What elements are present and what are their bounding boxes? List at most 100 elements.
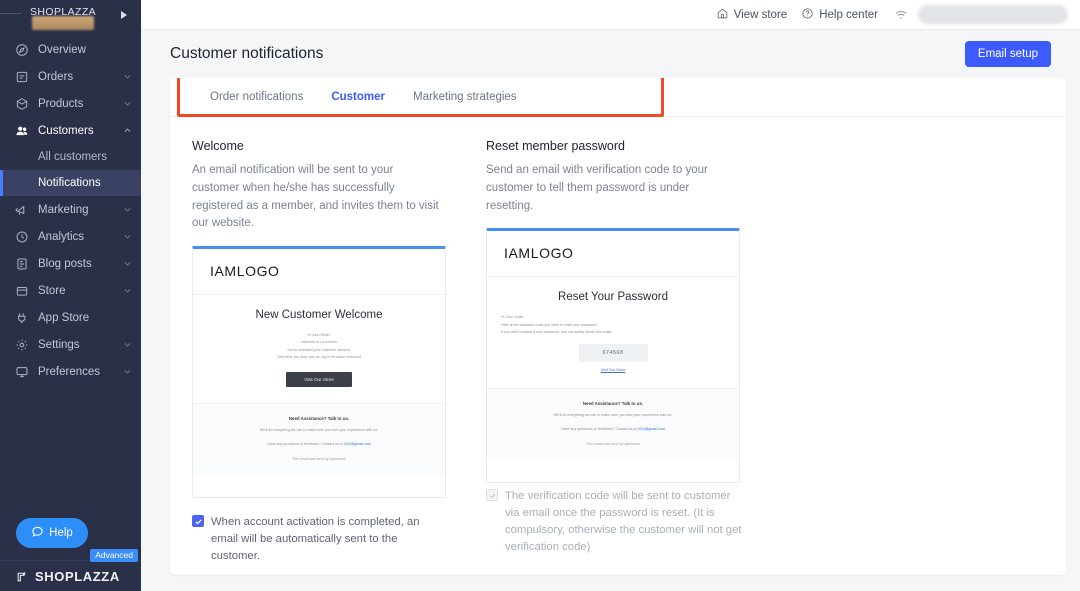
section-description: Send an email with verification code to … bbox=[486, 164, 708, 212]
sidebar-item-store[interactable]: Store bbox=[0, 277, 141, 304]
sidebar-item-preferences[interactable]: Preferences bbox=[0, 358, 141, 385]
chevron-down-icon bbox=[121, 258, 133, 270]
preview-footer-heading: Need Assistance? Talk to us. bbox=[582, 401, 644, 406]
megaphone-icon bbox=[14, 202, 29, 217]
preview-footer-signature: This email was sent by loginname bbox=[586, 442, 640, 447]
chat-bubble-icon bbox=[31, 525, 44, 541]
preview-tail bbox=[193, 475, 445, 498]
sidebar-subitem-label: All customers bbox=[38, 151, 108, 163]
page-title: Customer notifications bbox=[170, 45, 324, 62]
topbar: View store Help center bbox=[141, 0, 1080, 30]
account-menu-redacted[interactable] bbox=[918, 5, 1068, 24]
sidebar-item-customers[interactable]: Customers bbox=[0, 117, 141, 144]
store-name-redacted bbox=[32, 16, 94, 30]
section-title: Reset member password bbox=[486, 139, 625, 153]
email-preview-welcome[interactable]: IAMLOGO New Customer Welcome Hi John Smi… bbox=[192, 246, 446, 499]
sidebar-item-label: Store bbox=[38, 284, 66, 297]
compass-icon bbox=[14, 42, 29, 57]
tab-marketing-strategies[interactable]: Marketing strategies bbox=[399, 78, 531, 116]
tab-customer[interactable]: Customer bbox=[317, 78, 399, 116]
sidebar-subitem-label: Notifications bbox=[38, 177, 101, 189]
chevron-down-icon bbox=[121, 204, 133, 216]
preview-line-3: You've activated your customer account. bbox=[286, 347, 352, 352]
chevron-down-icon bbox=[121, 98, 133, 110]
email-setup-button[interactable]: Email setup bbox=[964, 41, 1051, 67]
sidebar-footer: SHOPLAZZA Advanced bbox=[0, 549, 141, 591]
preview-footer-line-1: We'll do everything we can to make sure … bbox=[553, 413, 673, 417]
chevron-right-icon[interactable] bbox=[121, 11, 127, 19]
help-center-label: Help center bbox=[819, 8, 878, 21]
preview-heading: New Customer Welcome bbox=[255, 309, 383, 322]
tab-bar: Order notifications Customer Marketing s… bbox=[170, 78, 1066, 117]
sidebar-item-label: Customers bbox=[38, 124, 94, 137]
reset-password-checkbox-row: The verification code will be sent to cu… bbox=[486, 488, 742, 556]
preview-line-4: Next time you drop with us, log in for f… bbox=[277, 354, 361, 359]
view-store-label: View store bbox=[733, 8, 788, 21]
sidebar-item-products[interactable]: Products bbox=[0, 90, 141, 117]
preview-line-1: Hi John Smith, bbox=[307, 333, 331, 338]
monitor-icon bbox=[14, 364, 29, 379]
preview-visit-store-link: Visit Our Store bbox=[600, 368, 626, 372]
preview-logo: IAMLOGO bbox=[193, 249, 445, 296]
preview-line-1: Hi John Smith, bbox=[501, 315, 525, 320]
preview-body: New Customer Welcome Hi John Smith, welc… bbox=[193, 295, 445, 403]
preview-tail bbox=[487, 460, 739, 483]
sidebar-brand[interactable]: SHOPLAZZA bbox=[0, 0, 141, 30]
chevron-down-icon bbox=[121, 339, 133, 351]
chevron-down-icon bbox=[121, 71, 133, 83]
gear-icon bbox=[14, 337, 29, 352]
preview-footer-line-2-text: Have any questions or feedback? Contact … bbox=[561, 426, 638, 431]
sidebar-item-label: Analytics bbox=[38, 230, 85, 243]
sidebar: SHOPLAZZA Overview Orders Products Custo… bbox=[0, 0, 141, 591]
preview-footer-heading: Need Assistance? Talk to us. bbox=[288, 416, 350, 421]
clock-icon bbox=[14, 229, 29, 244]
chevron-up-icon bbox=[121, 125, 133, 137]
content-card: Order notifications Customer Marketing s… bbox=[170, 78, 1066, 575]
sidebar-item-label: App Store bbox=[38, 311, 90, 324]
sidebar-item-marketing[interactable]: Marketing bbox=[0, 196, 141, 223]
sidebar-item-overview[interactable]: Overview bbox=[0, 36, 141, 63]
preview-footer: Need Assistance? Talk to us. We'll do ev… bbox=[487, 388, 739, 461]
checkbox-reset-password-label: The verification code will be sent to cu… bbox=[505, 490, 742, 553]
sidebar-footer-logo: SHOPLAZZA bbox=[35, 568, 120, 584]
sidebar-item-label: Products bbox=[38, 97, 84, 110]
preview-footer-email: XXX@gmail.com bbox=[637, 426, 665, 431]
wifi-icon[interactable] bbox=[894, 8, 908, 22]
help-center-link[interactable]: Help center bbox=[801, 7, 878, 23]
tab-label: Customer bbox=[331, 91, 386, 103]
sidebar-item-app-store[interactable]: App Store bbox=[0, 304, 141, 331]
preview-line-3: If you didn't request a new password, yo… bbox=[501, 329, 613, 334]
question-circle-icon bbox=[801, 7, 814, 23]
preview-footer-signature: This email was sent by loginname bbox=[292, 457, 346, 462]
section-welcome: Welcome An email notification will be se… bbox=[192, 139, 486, 565]
sidebar-item-settings[interactable]: Settings bbox=[0, 331, 141, 358]
sidebar-item-blog-posts[interactable]: Blog posts bbox=[0, 250, 141, 277]
view-store-link[interactable]: View store bbox=[716, 7, 787, 23]
welcome-checkbox-row[interactable]: When account activation is completed, an… bbox=[192, 514, 448, 565]
sidebar-item-all-customers[interactable]: All customers bbox=[0, 144, 141, 170]
users-icon bbox=[14, 123, 29, 138]
preview-footer-line-1: We'll do everything we can to make sure … bbox=[259, 428, 379, 432]
shoplazza-mark-icon bbox=[16, 570, 29, 583]
home-icon bbox=[716, 7, 729, 23]
receipt-icon bbox=[14, 69, 29, 84]
preview-verification-code: 674568 bbox=[578, 344, 648, 362]
email-preview-reset-password[interactable]: IAMLOGO Reset Your Password Hi John Smit… bbox=[486, 228, 740, 484]
chevron-down-icon bbox=[121, 285, 133, 297]
sidebar-item-orders[interactable]: Orders bbox=[0, 63, 141, 90]
sidebar-item-label: Marketing bbox=[38, 203, 89, 216]
sidebar-item-label: Settings bbox=[38, 338, 80, 351]
checkbox-welcome[interactable] bbox=[192, 515, 204, 528]
article-icon bbox=[14, 256, 29, 271]
sidebar-item-notifications[interactable]: Notifications bbox=[0, 170, 141, 196]
sidebar-item-label: Blog posts bbox=[38, 257, 92, 270]
help-button[interactable]: Help bbox=[16, 518, 88, 548]
checkbox-reset-password bbox=[486, 489, 498, 502]
preview-footer-email: XXX@gmail.com bbox=[343, 441, 371, 446]
preview-visit-store-button: Visit Our Store bbox=[286, 372, 352, 387]
preview-logo-text: IAMLOGO bbox=[504, 245, 574, 262]
tab-order-notifications[interactable]: Order notifications bbox=[196, 78, 317, 116]
sidebar-item-analytics[interactable]: Analytics bbox=[0, 223, 141, 250]
tab-label: Marketing strategies bbox=[413, 91, 517, 103]
sidebar-nav: Overview Orders Products Customers All c… bbox=[0, 30, 141, 385]
